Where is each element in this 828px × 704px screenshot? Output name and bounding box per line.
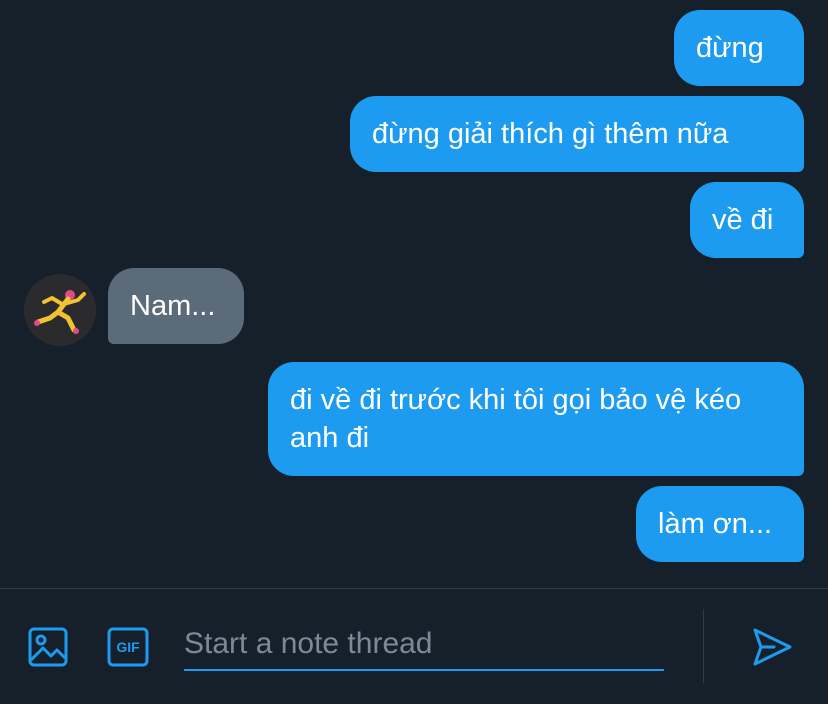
message-composer: GIF: [0, 588, 828, 704]
message-list[interactable]: đừng đừng giải thích gì thêm nữa về đi N…: [0, 0, 828, 588]
message-text: đừng giải thích gì thêm nữa: [372, 118, 729, 150]
add-media-button[interactable]: [24, 623, 72, 671]
gif-button[interactable]: GIF: [104, 623, 152, 671]
gif-label: GIF: [116, 639, 140, 655]
note-thread-input[interactable]: [184, 619, 664, 671]
message-bubble-outgoing[interactable]: đi về đi trước khi tôi gọi bảo vệ kéo an…: [268, 362, 804, 476]
send-button[interactable]: [746, 623, 798, 671]
avatar[interactable]: [24, 274, 96, 346]
message-text: đi về đi trước khi tôi gọi bảo vệ kéo an…: [290, 384, 742, 454]
message-text: làm ơn...: [658, 508, 773, 540]
message-bubble-outgoing[interactable]: đừng: [674, 10, 804, 86]
send-icon: [753, 628, 792, 666]
dm-conversation-screen: đừng đừng giải thích gì thêm nữa về đi N…: [0, 0, 828, 704]
message-text: Nam...: [130, 290, 216, 322]
message-bubble-outgoing[interactable]: về đi: [690, 182, 804, 258]
message-text: về đi: [712, 204, 774, 236]
avatar-figure-image: [24, 274, 96, 346]
image-icon: [28, 627, 68, 667]
message-text: đừng: [696, 32, 764, 64]
message-bubble-outgoing[interactable]: làm ơn...: [636, 486, 804, 562]
composer-divider: [703, 609, 704, 683]
message-bubble-incoming[interactable]: Nam...: [108, 268, 244, 344]
message-bubble-outgoing[interactable]: đừng giải thích gì thêm nữa: [350, 96, 804, 172]
